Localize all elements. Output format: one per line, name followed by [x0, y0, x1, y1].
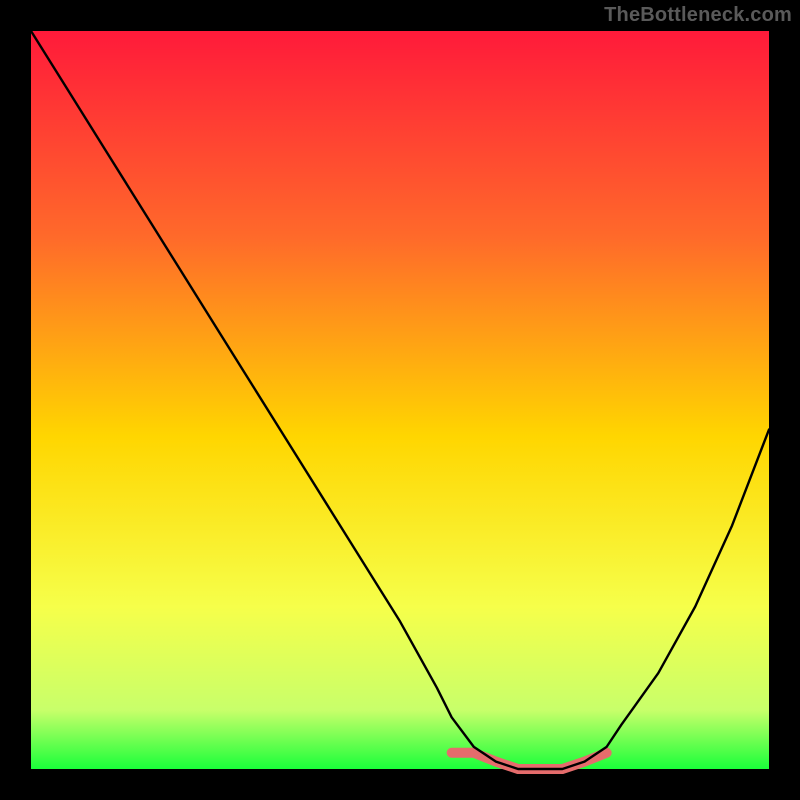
bottleneck-chart [0, 0, 800, 800]
plot-background [31, 31, 769, 769]
chart-container: { "watermark": "TheBottleneck.com", "col… [0, 0, 800, 800]
watermark-text: TheBottleneck.com [604, 4, 792, 27]
